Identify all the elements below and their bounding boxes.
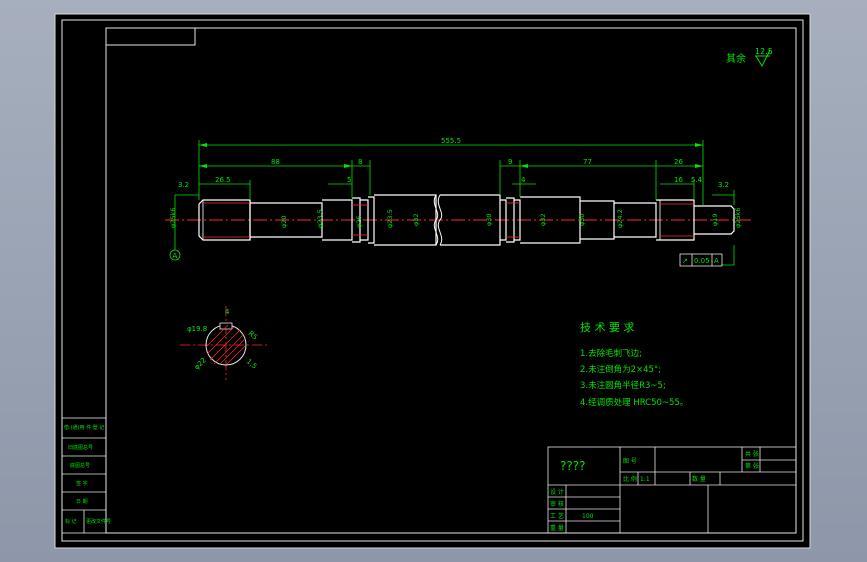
dia-2: φ20 (280, 215, 288, 228)
dim-left-a: 88 (271, 158, 280, 166)
dim-right-a: 9 (508, 158, 512, 166)
tech-item-3: 3.未注圆角半径R3~5; (580, 380, 666, 391)
tolerance-symbol: ↗ (682, 257, 688, 265)
process-label: 工 艺 (550, 512, 564, 520)
tech-item-2: 2.未注倒角为2×45°; (580, 364, 661, 375)
checked-label: 审 核 (550, 500, 564, 508)
weight-label: 重 量 (550, 524, 564, 532)
tech-title: 技 术 要 求 (580, 321, 635, 334)
left-block-7: 更改文件号 (86, 518, 111, 525)
left-block-3: 底图总号 (70, 462, 90, 469)
scale-label: 比 例 (623, 475, 637, 483)
count-label: 数 量 (692, 475, 706, 483)
drawing-no-label: 图 号 (623, 458, 637, 465)
dia-10: φ24.2 (616, 209, 624, 228)
dim-right-e: 16 (674, 176, 683, 184)
tech-item-1: 1.去除毛刺飞边; (580, 348, 642, 359)
ratio-value: 1:1 (640, 476, 650, 483)
datum-label: A (173, 252, 178, 260)
dim-left-b: 8 (358, 158, 362, 166)
sheet-a: 共 张 (745, 450, 759, 458)
left-block-5: 日 期 (76, 499, 88, 505)
drawn-label: 设 计 (550, 488, 564, 496)
left-block-6: 标 记 (65, 518, 77, 525)
dia-9: φ30 (578, 213, 586, 226)
roughness-value: 12.5 (755, 47, 773, 56)
section-width: 4 (225, 308, 230, 316)
dim-right-f: 5.4 (691, 176, 703, 184)
tech-item-4: 4.经调质处理 HRC50~55。 (580, 397, 688, 408)
dim-right-d: 4 (521, 176, 526, 184)
dim-right-c: 26 (674, 158, 683, 166)
left-block-1: 借 (通)用 件 登 记 (64, 424, 104, 431)
dim-left-c: 5 (347, 176, 351, 184)
cad-drawing-canvas: 其余 12.5 555.5 88 8 5 26.5 3.2 9 77 26 4 … (54, 13, 811, 549)
left-block-2: 旧底图总号 (68, 444, 93, 451)
tolerance-value: 0.05 (694, 257, 710, 265)
dia-5: φ23.5 (386, 209, 394, 228)
left-block-4: 签 字 (76, 480, 88, 487)
drawing-sheet (54, 13, 811, 549)
roughness-label: 其余 (726, 52, 746, 65)
dia-11: φ19 (711, 213, 719, 226)
section-dia-a: φ19.8 (187, 325, 207, 333)
dia-3: φ23.5 (316, 209, 324, 228)
dia-4: φ26 (355, 215, 363, 228)
dim-left-d: 26.5 (215, 176, 231, 184)
dim-right-b: 77 (583, 158, 592, 166)
dim-left-e: 3.2 (178, 181, 189, 189)
dia-12: φ25k6 (734, 208, 742, 228)
dia-6: φ32 (412, 213, 420, 226)
sheet-b: 第 张 (745, 462, 759, 470)
dim-overall: 555.5 (441, 137, 461, 145)
dia-8: φ32 (539, 213, 547, 226)
part-name: ???? (560, 459, 585, 473)
tolerance-datum: A (714, 257, 719, 265)
dim-right-g: 3.2 (718, 181, 729, 189)
qty-value: 100 (582, 513, 594, 520)
dia-7: φ30 (485, 213, 493, 226)
dia-1: φ25k6 (169, 208, 177, 228)
